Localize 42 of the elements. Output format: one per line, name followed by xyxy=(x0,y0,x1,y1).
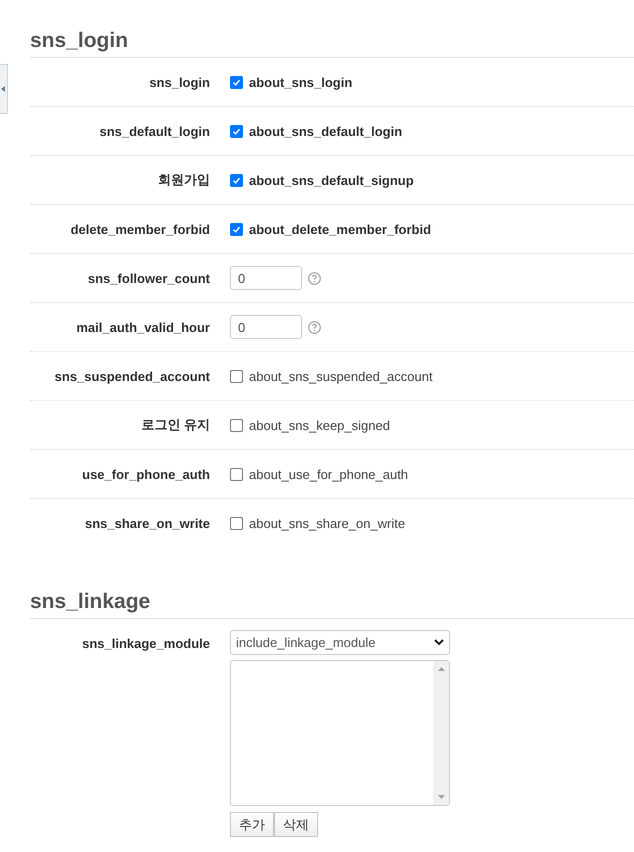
checkbox[interactable] xyxy=(230,174,243,186)
field-label: 로그인 유지 xyxy=(140,416,210,434)
field-label: use_for_phone_auth xyxy=(81,466,210,482)
scroll-down-icon[interactable] xyxy=(438,795,444,799)
checkbox[interactable] xyxy=(230,516,243,530)
checkbox[interactable] xyxy=(230,418,243,432)
checkbox-label: about_sns_default_login xyxy=(249,124,402,138)
field-label: sns_linkage_module xyxy=(81,635,210,651)
checkbox-label: about_sns_login xyxy=(249,74,352,90)
field-label: sns_share_on_write xyxy=(84,516,210,530)
section-heading: sns_login xyxy=(30,29,634,58)
checkbox[interactable] xyxy=(230,222,243,236)
field-label: 회원가입 xyxy=(157,171,210,189)
field-label: sns_default_login xyxy=(98,124,210,138)
checkbox-label: about_sns_share_on_write xyxy=(249,516,406,530)
scrollbar[interactable] xyxy=(433,661,449,805)
scroll-up-icon[interactable] xyxy=(438,667,444,671)
checkbox[interactable] xyxy=(230,76,243,88)
checkbox-label: about_sns_keep_signed xyxy=(249,418,390,432)
action-button[interactable]: 추가 xyxy=(230,812,274,837)
help-icon[interactable] xyxy=(308,320,321,334)
field-label: delete_member_forbid xyxy=(70,222,210,236)
checkbox[interactable] xyxy=(230,124,243,138)
checkbox-label: about_use_for_phone_auth xyxy=(249,466,408,482)
number-input[interactable]: 0 xyxy=(230,315,302,339)
field-label: sns_login xyxy=(148,74,210,90)
field-label: sns_follower_count xyxy=(86,270,210,286)
section-heading: sns_linkage xyxy=(30,590,634,619)
checkbox[interactable] xyxy=(230,468,243,480)
collapse-arrow-icon xyxy=(1,86,5,92)
checkbox-label: about_sns_default_signup xyxy=(249,172,414,188)
checkbox[interactable] xyxy=(230,370,243,382)
sidebar-toggle[interactable] xyxy=(0,64,8,114)
help-icon[interactable] xyxy=(308,272,321,284)
field-label: sns_suspended_account xyxy=(54,368,210,384)
checkbox-label: about_delete_member_forbid xyxy=(249,222,432,236)
number-input[interactable]: 0 xyxy=(230,266,302,290)
checkbox-label: about_sns_suspended_account xyxy=(249,368,433,384)
action-button[interactable]: 삭제 xyxy=(274,812,318,837)
chevron-down-icon xyxy=(434,639,444,646)
field-label: mail_auth_valid_hour xyxy=(75,320,210,334)
module-dropdown[interactable]: include_linkage_module xyxy=(230,630,450,655)
